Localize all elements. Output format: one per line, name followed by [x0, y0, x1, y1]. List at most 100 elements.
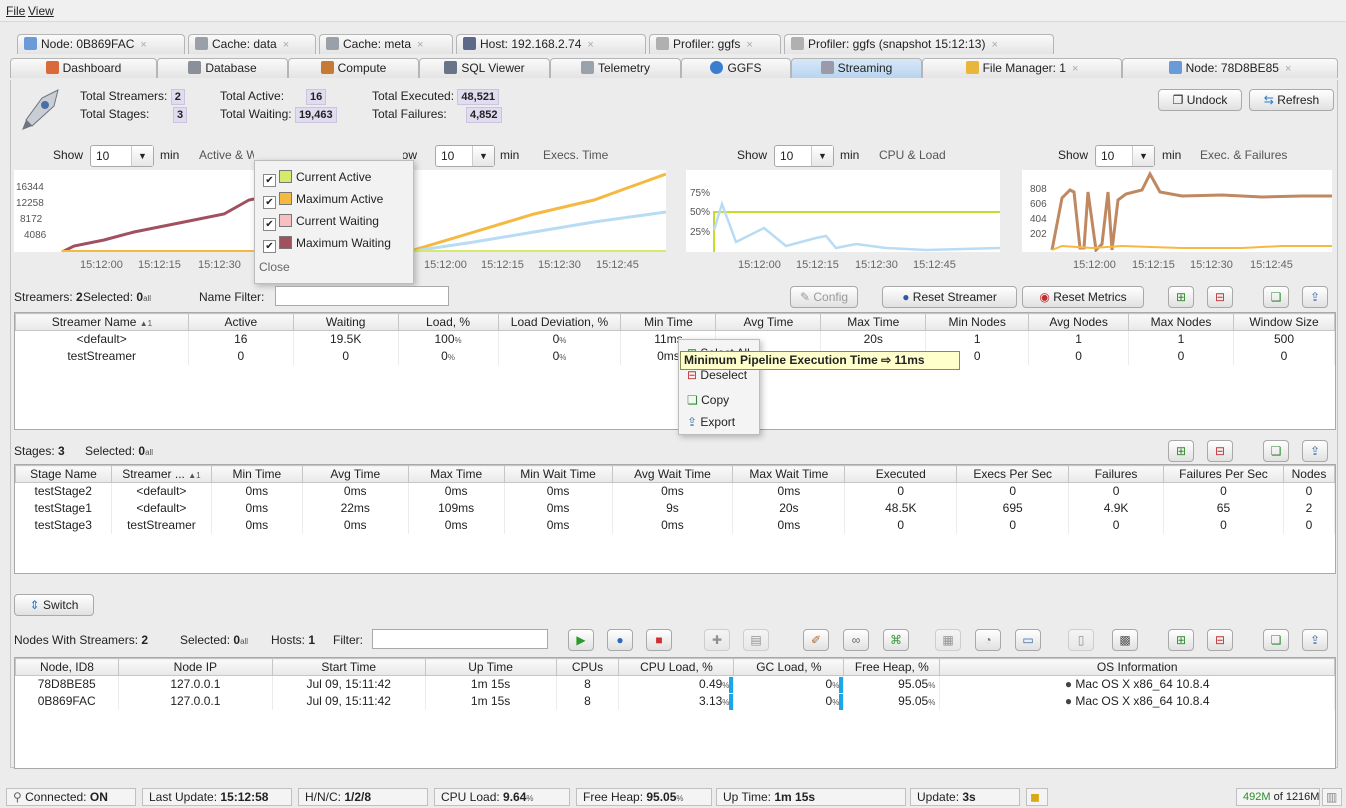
- switch-button[interactable]: ⇕ Switch: [14, 594, 94, 616]
- tab-cache-meta[interactable]: Cache: meta ×: [319, 34, 453, 54]
- table-row[interactable]: testStage2 <default> 0ms 0ms 0ms 0ms 0ms 0ms 0 0 0…: [15, 482, 1336, 500]
- column-header[interactable]: Free Heap, %: [843, 658, 941, 676]
- legend-maximum-active[interactable]: ✔ Maximum Active: [263, 189, 383, 209]
- close-icon[interactable]: ×: [140, 39, 146, 51]
- column-header[interactable]: Active: [187, 313, 294, 331]
- tab-ggfs[interactable]: GGFS: [681, 58, 791, 78]
- column-header[interactable]: OS Information: [939, 658, 1335, 676]
- tag-icon[interactable]: ⌘: [883, 629, 909, 651]
- column-header[interactable]: Stage Name: [15, 465, 112, 483]
- reset-metrics-button[interactable]: ◉ Reset Metrics: [1022, 286, 1144, 308]
- column-header[interactable]: Avg Wait Time: [611, 465, 734, 483]
- collapse-columns-icon[interactable]: ⊟: [1207, 286, 1233, 308]
- column-header[interactable]: Streamer Name ▲1: [15, 313, 189, 331]
- column-header[interactable]: Node IP: [117, 658, 273, 676]
- menu-deselect[interactable]: ⊟ Deselect: [687, 368, 747, 382]
- stop-circle-icon[interactable]: ●: [607, 629, 633, 651]
- reset-streamer-button[interactable]: ● Reset Streamer: [882, 286, 1017, 308]
- column-header[interactable]: Failures Per Sec: [1163, 465, 1284, 483]
- column-header[interactable]: Min Time: [620, 313, 717, 331]
- name-filter-input[interactable]: [275, 286, 449, 306]
- close-icon[interactable]: ×: [283, 39, 289, 51]
- nodes-filter-input[interactable]: [372, 629, 548, 649]
- close-icon[interactable]: ×: [417, 39, 423, 51]
- expand-columns-icon[interactable]: ⊞: [1168, 440, 1194, 462]
- tab-streaming[interactable]: Streaming: [791, 58, 922, 78]
- column-header[interactable]: Window Size: [1232, 313, 1336, 331]
- close-icon[interactable]: ×: [746, 39, 752, 51]
- trash-icon[interactable]: ▥: [1322, 788, 1342, 806]
- lock-icon[interactable]: ◼: [1026, 788, 1048, 806]
- tab-compute[interactable]: Compute: [288, 58, 419, 78]
- table-row[interactable]: 78D8BE85 127.0.0.1 Jul 09, 15:11:42 1m 1…: [15, 675, 1335, 693]
- expand-columns-icon[interactable]: ⊞: [1168, 629, 1194, 651]
- export-icon[interactable]: ⇪: [1302, 440, 1328, 462]
- tab-file-manager[interactable]: File Manager: 1 ×: [922, 58, 1122, 78]
- column-header[interactable]: Nodes: [1282, 465, 1336, 483]
- close-icon[interactable]: ×: [991, 39, 997, 51]
- column-header[interactable]: Max Wait Time: [732, 465, 846, 483]
- tab-node-0b869fac[interactable]: Node: 0B869FAC ×: [17, 34, 185, 54]
- chart2-range-select[interactable]: 10 ▼: [435, 145, 495, 167]
- tab-database[interactable]: Database: [157, 58, 288, 78]
- chart3-range-select[interactable]: 10 ▼: [774, 145, 834, 167]
- undock-button[interactable]: ❐ Undock: [1158, 89, 1242, 111]
- column-header[interactable]: Min Nodes: [925, 313, 1030, 331]
- column-header[interactable]: Streamer ... ▲1: [110, 465, 212, 483]
- table-row[interactable]: 0B869FAC 127.0.0.1 Jul 09, 15:11:42 1m 1…: [15, 692, 1335, 710]
- close-icon[interactable]: ×: [587, 39, 593, 51]
- collapse-columns-icon[interactable]: ⊟: [1207, 440, 1233, 462]
- tab-dashboard[interactable]: Dashboard: [10, 58, 157, 78]
- link-icon[interactable]: ∞: [843, 629, 869, 651]
- tab-profiler-snapshot[interactable]: Profiler: ggfs (snapshot 15:12:13) ×: [784, 34, 1054, 54]
- column-header[interactable]: Load, %: [397, 313, 499, 331]
- menu-view[interactable]: View: [28, 4, 54, 18]
- menu-file[interactable]: File: [6, 4, 25, 18]
- play-icon[interactable]: ▶: [568, 629, 594, 651]
- tab-host[interactable]: Host: 192.168.2.74 ×: [456, 34, 646, 54]
- calculator-icon[interactable]: ▩: [1112, 629, 1138, 651]
- config-button[interactable]: ✎ Config: [790, 286, 858, 308]
- column-header[interactable]: Max Time: [820, 313, 927, 331]
- column-header[interactable]: CPUs: [555, 658, 620, 676]
- legend-current-active[interactable]: ✔ Current Active: [263, 167, 371, 187]
- file-icon[interactable]: ▤: [743, 629, 769, 651]
- copy-icon[interactable]: ❏: [1263, 286, 1289, 308]
- server-icon[interactable]: ▦: [935, 629, 961, 651]
- column-header[interactable]: Up Time: [424, 658, 557, 676]
- stop-square-icon[interactable]: ■: [646, 629, 672, 651]
- column-header[interactable]: Waiting: [292, 313, 399, 331]
- refresh-button[interactable]: ⇆ Refresh: [1249, 89, 1334, 111]
- column-header[interactable]: Max Nodes: [1128, 313, 1234, 331]
- chart4-range-select[interactable]: 10 ▼: [1095, 145, 1155, 167]
- chart1-range-select[interactable]: 10 ▼: [90, 145, 154, 167]
- expand-columns-icon[interactable]: ⊞: [1168, 286, 1194, 308]
- monitor-icon[interactable]: ▭: [1015, 629, 1041, 651]
- column-header[interactable]: Execs Per Sec: [956, 465, 1070, 483]
- legend-current-waiting[interactable]: ✔ Current Waiting: [263, 211, 379, 231]
- document-icon[interactable]: ▯: [1068, 629, 1094, 651]
- column-header[interactable]: Avg Time: [715, 313, 822, 331]
- tab-sql-viewer[interactable]: SQL Viewer: [419, 58, 550, 78]
- export-icon[interactable]: ⇪: [1302, 286, 1328, 308]
- tab-node-78d8be85[interactable]: Node: 78D8BE85 ×: [1122, 58, 1338, 78]
- column-header[interactable]: Avg Time: [301, 465, 409, 483]
- close-icon[interactable]: ×: [1072, 63, 1078, 75]
- legend-maximum-waiting[interactable]: ✔ Maximum Waiting: [263, 233, 391, 253]
- close-icon[interactable]: ×: [1285, 63, 1291, 75]
- copy-icon[interactable]: ❏: [1263, 440, 1289, 462]
- add-node-icon[interactable]: ✚: [704, 629, 730, 651]
- column-header[interactable]: CPU Load, %: [618, 658, 735, 676]
- column-header[interactable]: Min Time: [210, 465, 303, 483]
- export-icon[interactable]: ⇪: [1302, 629, 1328, 651]
- table-row[interactable]: testStage3 testStreamer 0ms 0ms 0ms 0ms 0ms 0ms…: [15, 516, 1336, 534]
- table-row[interactable]: <default> 16 19.5K 100% 0% 11ms 20s 1 1 …: [15, 330, 1336, 348]
- legend-close[interactable]: Close: [259, 257, 290, 277]
- gauge-icon[interactable]: ◔: [975, 629, 1001, 651]
- column-header[interactable]: Load Deviation, %: [497, 313, 622, 331]
- tab-cache-data[interactable]: Cache: data ×: [188, 34, 316, 54]
- copy-icon[interactable]: ❏: [1263, 629, 1289, 651]
- menu-copy[interactable]: ❏ Copy: [687, 393, 729, 407]
- column-header[interactable]: Executed: [844, 465, 958, 483]
- table-row[interactable]: testStage1 <default> 0ms 22ms 109ms 0ms 9s 20s 4…: [15, 499, 1336, 517]
